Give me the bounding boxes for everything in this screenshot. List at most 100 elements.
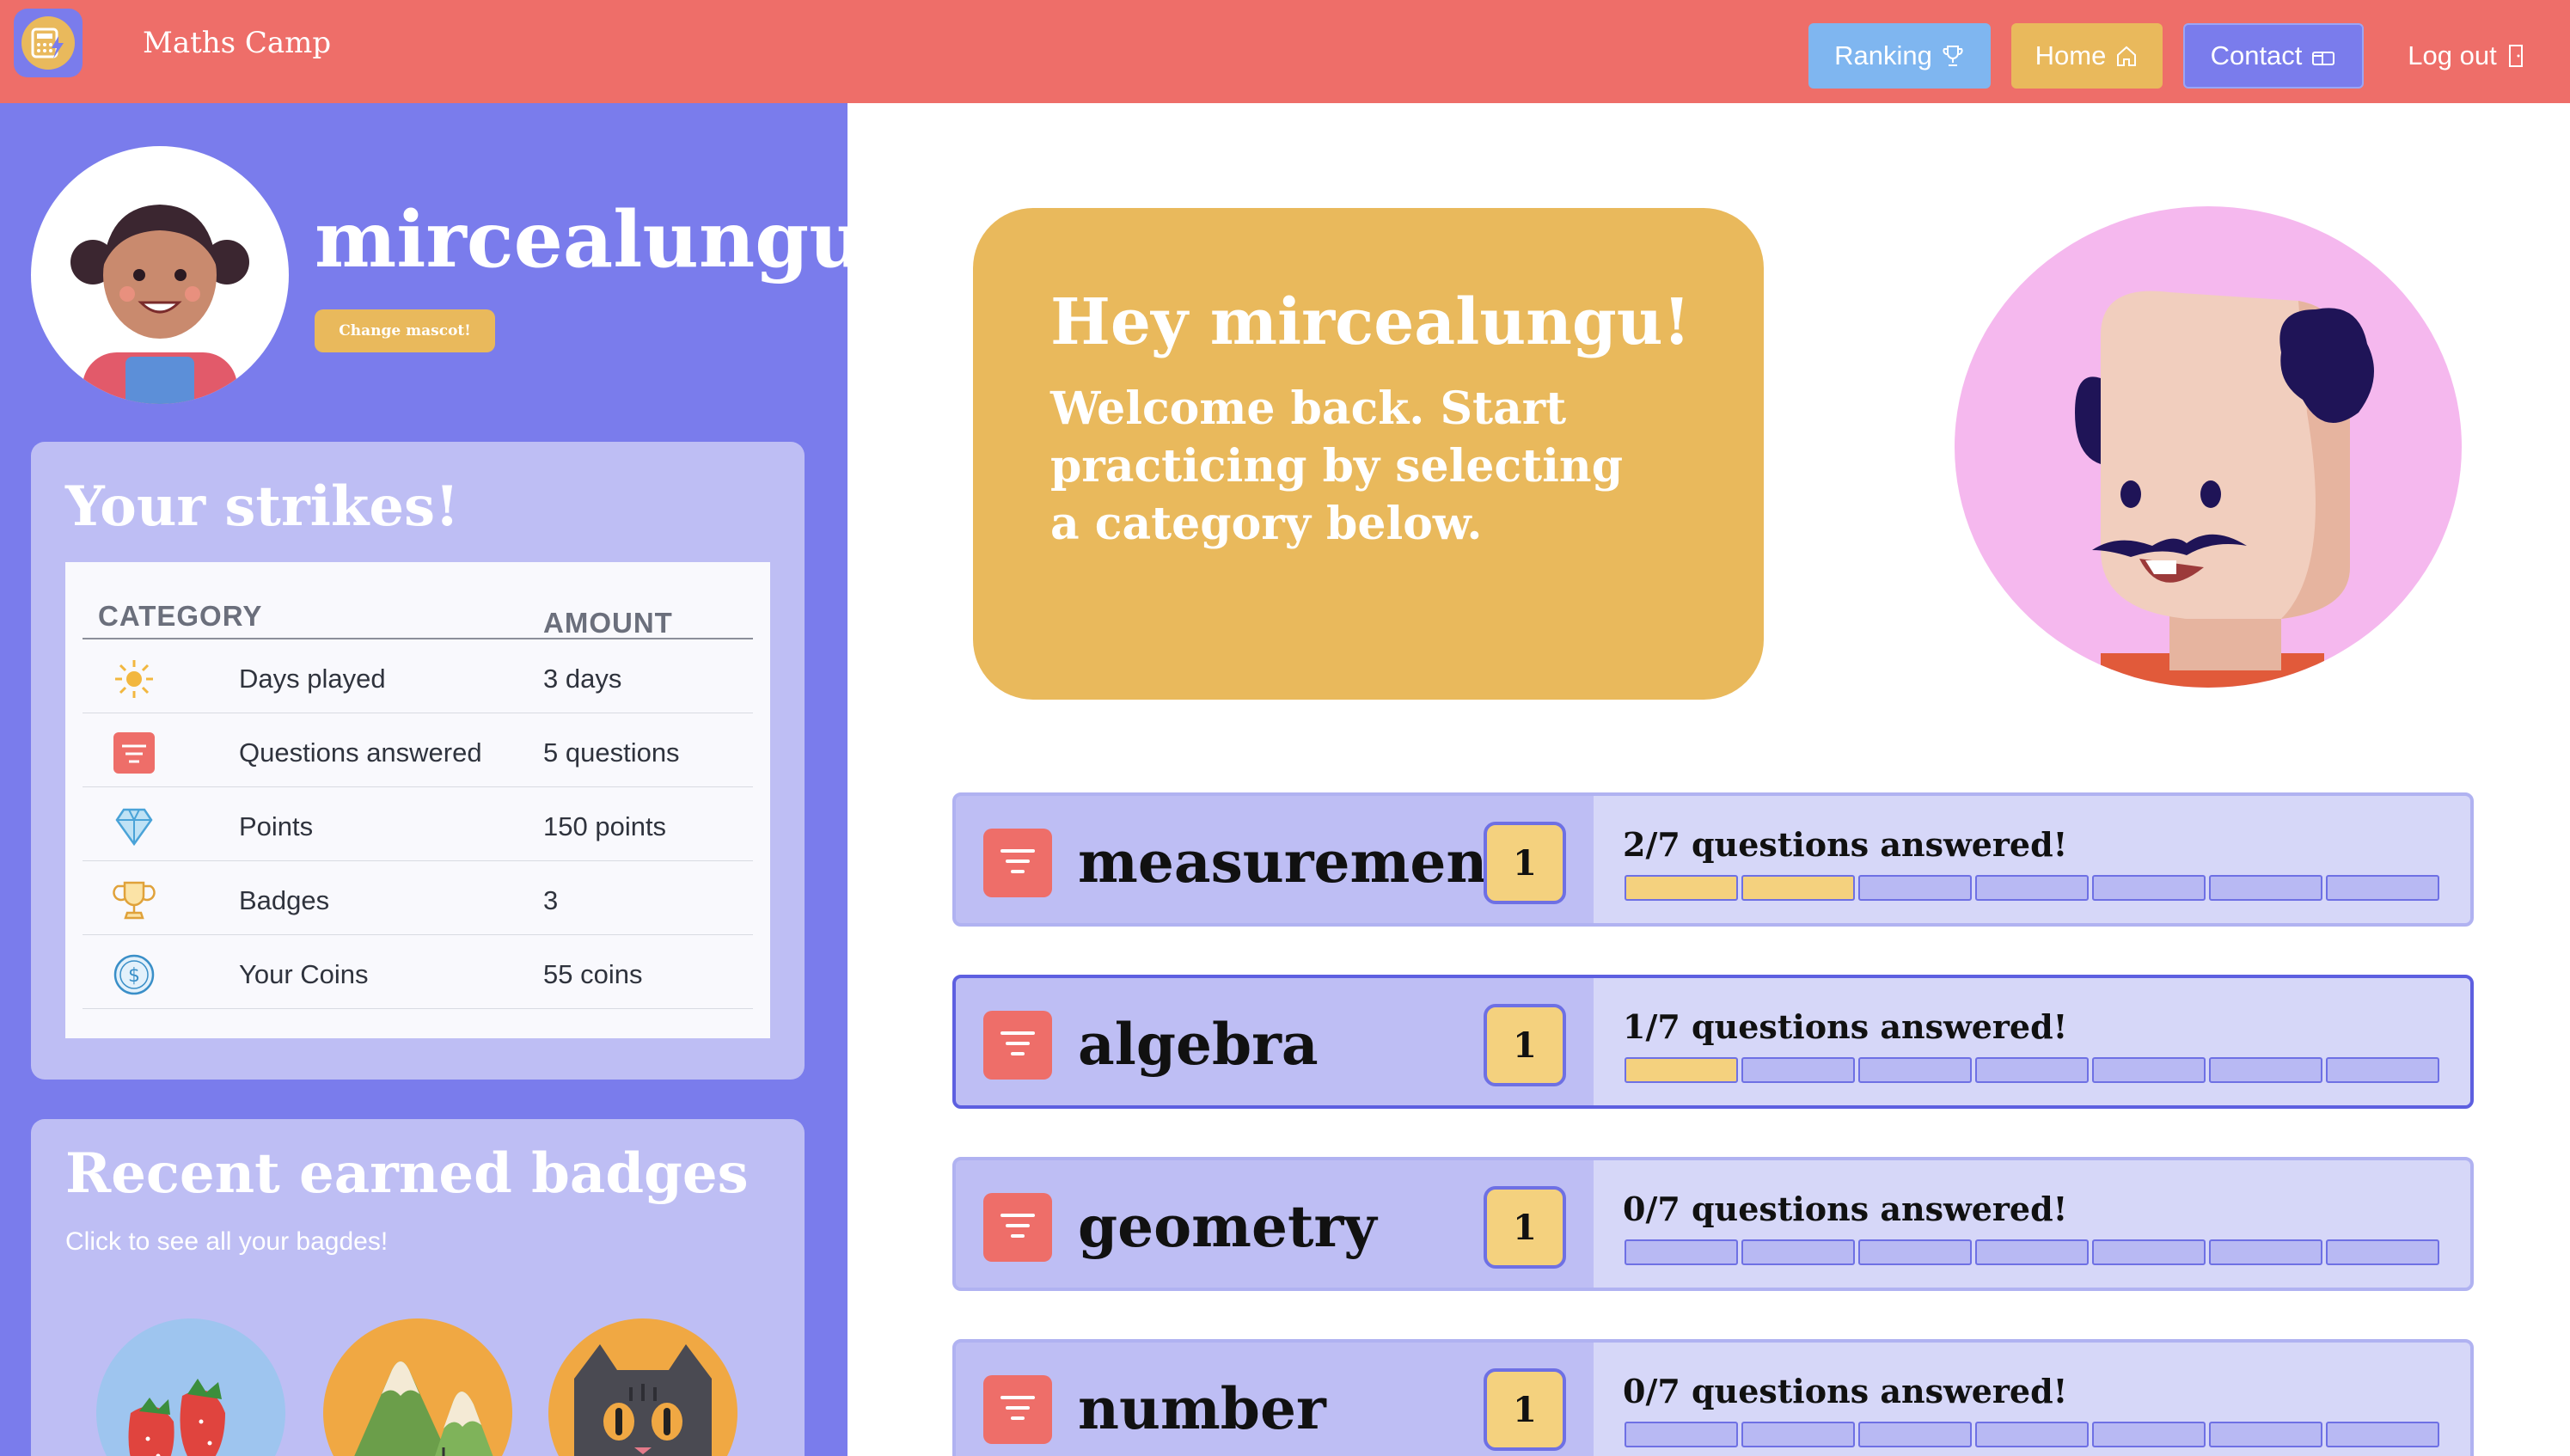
category-geometry[interactable]: geometry 1 0/7 questions answered!	[952, 1157, 2474, 1291]
ranking-button[interactable]: Ranking	[1808, 23, 1991, 89]
progress-segment	[1741, 875, 1855, 901]
badges-subtitle[interactable]: Click to see all your bagdes!	[65, 1227, 388, 1257]
column-header-amount: AMOUNT	[543, 607, 673, 639]
progress-segment	[2209, 1057, 2322, 1083]
strikes-title: Your strikes!	[65, 474, 460, 539]
category-header: geometry 1	[956, 1160, 1594, 1288]
row-value: 5 questions	[543, 737, 680, 768]
progress-bar	[1625, 1422, 2439, 1447]
category-header: algebra 1	[956, 978, 1594, 1105]
contact-label: Contact	[2210, 40, 2303, 70]
category-name: measurement	[1078, 829, 1514, 896]
strawberry-badge[interactable]	[96, 1318, 285, 1456]
logout-button[interactable]: Log out	[2389, 23, 2544, 89]
coin-icon: $	[113, 954, 155, 995]
progress-text: 1/7 questions answered!	[1623, 1007, 2068, 1046]
mountain-badge[interactable]	[323, 1318, 512, 1456]
mountain-icon	[354, 1361, 493, 1456]
table-row: Days played 3 days	[83, 639, 753, 713]
welcome-banner: Hey mircealungu! Welcome back. Start pra…	[973, 208, 1764, 700]
progress-segment	[1858, 1239, 1972, 1265]
progress-segment	[2326, 1057, 2439, 1083]
progress-text: 0/7 questions answered!	[1623, 1372, 2068, 1410]
progress-segment	[1741, 1057, 1855, 1083]
row-label: Points	[239, 811, 314, 841]
progress-bar	[1625, 875, 2439, 901]
progress-segment	[1975, 1422, 2089, 1447]
cat-icon	[574, 1344, 712, 1456]
welcome-title: Hey mircealungu!	[1050, 285, 1691, 359]
progress-segment	[2326, 875, 2439, 901]
column-header-category: CATEGORY	[98, 600, 263, 632]
category-level-badge: 1	[1484, 1004, 1566, 1086]
home-label: Home	[2035, 40, 2107, 70]
cat-badge[interactable]	[548, 1318, 737, 1456]
progress-text: 2/7 questions answered!	[1623, 825, 2068, 864]
strawberry-icon	[128, 1379, 225, 1456]
category-progress-panel: 2/7 questions answered!	[1594, 796, 2470, 923]
progress-text: 0/7 questions answered!	[1623, 1190, 2068, 1228]
category-icon	[983, 1193, 1052, 1262]
change-mascot-button[interactable]: Change mascot!	[315, 309, 495, 352]
progress-segment	[1741, 1239, 1855, 1265]
trophy-icon	[1943, 46, 1963, 66]
row-value: 55 coins	[543, 959, 643, 989]
table-row: Points 150 points	[83, 787, 753, 861]
mailbox-icon	[2312, 52, 2335, 65]
home-button[interactable]: Home	[2011, 23, 2163, 89]
row-label: Your Coins	[239, 959, 369, 989]
category-number[interactable]: number 1 0/7 questions answered!	[952, 1339, 2474, 1456]
category-measurement[interactable]: measurement 1 2/7 questions answered!	[952, 792, 2474, 927]
category-level-badge: 1	[1484, 1368, 1566, 1451]
progress-segment	[1858, 1422, 1972, 1447]
strikes-table: CATEGORY AMOUNT Days played 3 days Quest…	[65, 562, 770, 1038]
progress-bar	[1625, 1239, 2439, 1265]
progress-segment	[2092, 1239, 2206, 1265]
ranking-label: Ranking	[1834, 40, 1932, 70]
diamond-icon	[115, 808, 153, 847]
category-progress-panel: 0/7 questions answered!	[1594, 1160, 2470, 1288]
row-label: Days played	[239, 664, 386, 694]
progress-segment	[2209, 875, 2322, 901]
logout-label: Log out	[2408, 40, 2497, 70]
category-name: number	[1078, 1375, 1326, 1442]
strikes-card: Your strikes! CATEGORY AMOUNT Days playe…	[31, 442, 805, 1080]
progress-segment	[2092, 875, 2206, 901]
category-level-badge: 1	[1484, 1186, 1566, 1269]
row-value: 3	[543, 885, 559, 915]
sun-icon	[115, 660, 153, 698]
category-algebra[interactable]: algebra 1 1/7 questions answered!	[952, 975, 2474, 1109]
progress-bar	[1625, 1057, 2439, 1083]
table-row: Questions answered 5 questions	[83, 713, 753, 787]
progress-segment	[2209, 1422, 2322, 1447]
door-icon	[2508, 45, 2523, 67]
progress-segment	[1975, 1239, 2089, 1265]
progress-segment	[2092, 1422, 2206, 1447]
progress-segment	[1975, 875, 2089, 901]
profile-sidebar: mircealungu Change mascot! Your strikes!…	[0, 103, 866, 1456]
girl-avatar-image	[70, 205, 249, 404]
badges-title: Recent earned badges	[65, 1141, 749, 1206]
progress-segment	[1975, 1057, 2089, 1083]
category-progress-panel: 1/7 questions answered!	[1594, 978, 2470, 1105]
app-logo[interactable]	[14, 9, 83, 77]
questions-icon	[113, 732, 155, 774]
trophy-icon	[113, 881, 156, 920]
user-avatar[interactable]	[31, 146, 289, 404]
progress-segment	[1625, 1057, 1738, 1083]
profile-username: mircealungu	[315, 194, 866, 285]
category-icon	[983, 829, 1052, 897]
progress-segment	[2326, 1422, 2439, 1447]
category-level-badge: 1	[1484, 822, 1566, 904]
progress-segment	[1625, 1239, 1738, 1265]
category-icon	[983, 1375, 1052, 1444]
progress-segment	[1858, 1057, 1972, 1083]
app-title[interactable]: Maths Camp	[143, 26, 331, 60]
svg-text:$: $	[128, 965, 140, 987]
category-header: measurement 1	[956, 796, 1594, 923]
progress-segment	[1625, 875, 1738, 901]
row-label: Badges	[239, 885, 330, 915]
contact-button[interactable]: Contact	[2183, 23, 2364, 89]
welcome-text: Welcome back. Start practicing by select…	[1050, 382, 1624, 550]
category-progress-panel: 0/7 questions answered!	[1594, 1343, 2470, 1456]
